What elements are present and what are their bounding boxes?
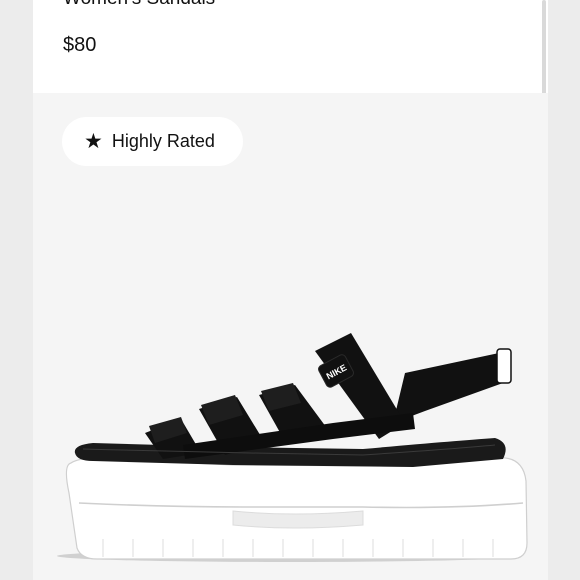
star-icon: ★ xyxy=(84,130,103,153)
highly-rated-badge: ★ Highly Rated xyxy=(62,117,243,166)
heel-strap xyxy=(393,353,503,423)
product-page: Women's Sandals $80 xyxy=(0,0,580,580)
midsole-cutout xyxy=(232,510,364,529)
badge-label: Highly Rated xyxy=(111,131,215,151)
heel-pull-tab xyxy=(496,348,512,384)
sandal-midsole xyxy=(65,457,528,560)
product-price: $80 xyxy=(63,34,97,56)
product-subtitle: Women's Sandals xyxy=(63,0,215,10)
product-info-card: Women's Sandals $80 xyxy=(33,0,548,93)
sandal-image: NIKE xyxy=(57,333,528,562)
product-image-area[interactable]: NIKE ★ Highly Rated xyxy=(33,93,548,580)
